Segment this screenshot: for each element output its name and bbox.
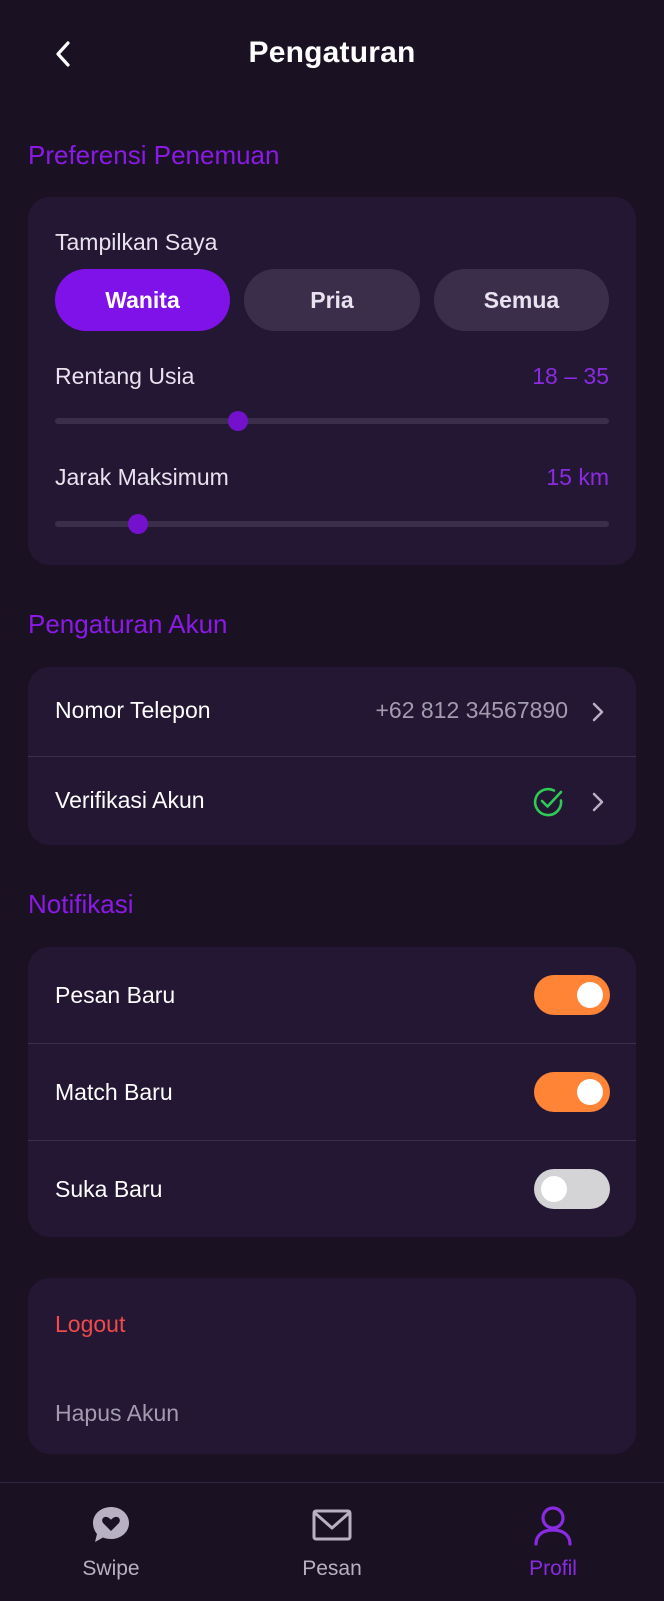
max-distance-value: 15 km: [546, 464, 609, 490]
notification-label: Suka Baru: [55, 1176, 163, 1202]
account-actions-card: Logout Hapus Akun: [28, 1278, 636, 1454]
gender-option-pria[interactable]: Pria: [244, 269, 420, 331]
section-title-discovery: Preferensi Penemuan: [28, 140, 280, 170]
phone-number-value: +62 812 34567890: [375, 697, 568, 723]
toggle-knob: [541, 1176, 567, 1202]
chevron-right-icon: [592, 702, 604, 722]
gender-option-semua[interactable]: Semua: [434, 269, 609, 331]
verify-account-row[interactable]: Verifikasi Akun: [28, 757, 636, 845]
header-bar: Pengaturan: [0, 0, 664, 110]
max-distance-label: Jarak Maksimum: [55, 464, 229, 490]
nav-item-profil[interactable]: Profil: [473, 1483, 633, 1601]
age-slider-thumb[interactable]: [227, 411, 248, 431]
notification-row-pesan-baru: Pesan Baru: [28, 947, 636, 1043]
nav-item-swipe[interactable]: Swipe: [31, 1483, 191, 1601]
notification-row-match-baru: Match Baru: [28, 1044, 636, 1140]
chat-heart-icon: [93, 1507, 129, 1542]
nav-label-profil: Profil: [529, 1557, 577, 1580]
section-title-account: Pengaturan Akun: [28, 609, 228, 639]
toggle-pesan-baru[interactable]: [534, 975, 610, 1015]
page-title: Pengaturan: [248, 36, 416, 69]
chevron-right-icon: [592, 792, 604, 812]
notifications-card: Pesan Baru Match Baru Suka Baru: [28, 947, 636, 1237]
logout-button[interactable]: Logout: [55, 1311, 125, 1338]
age-range-label: Rentang Usia: [55, 363, 195, 389]
toggle-knob: [577, 1079, 603, 1105]
notification-label: Pesan Baru: [55, 982, 176, 1008]
notification-label: Match Baru: [55, 1079, 173, 1105]
section-title-notifications: Notifikasi: [28, 889, 134, 919]
phone-number-row[interactable]: Nomor Telepon +62 812 34567890: [28, 667, 636, 756]
delete-account-button[interactable]: Hapus Akun: [55, 1400, 179, 1427]
toggle-suka-baru[interactable]: [534, 1169, 610, 1209]
envelope-icon: [312, 1509, 352, 1541]
verify-account-label: Verifikasi Akun: [55, 787, 205, 813]
notification-row-suka-baru: Suka Baru: [28, 1141, 636, 1237]
toggle-knob: [577, 982, 603, 1008]
age-range-slider[interactable]: [55, 418, 609, 424]
age-range-value: 18 – 35: [532, 363, 609, 389]
gender-option-wanita[interactable]: Wanita: [55, 269, 230, 331]
user-icon: [534, 1506, 572, 1546]
show-me-label: Tampilkan Saya: [55, 229, 218, 255]
nav-item-pesan[interactable]: Pesan: [252, 1483, 412, 1601]
toggle-match-baru[interactable]: [534, 1072, 610, 1112]
discovery-card: Tampilkan Saya Wanita Pria Semua Rentang…: [28, 197, 636, 565]
check-circle-icon: [533, 787, 563, 817]
nav-label-swipe: Swipe: [82, 1557, 140, 1580]
account-card: Nomor Telepon +62 812 34567890 Verifikas…: [28, 667, 636, 845]
bottom-navigation: Swipe Pesan Profil: [0, 1482, 664, 1601]
phone-number-label: Nomor Telepon: [55, 697, 211, 723]
distance-slider-thumb[interactable]: [128, 514, 149, 534]
nav-label-pesan: Pesan: [302, 1557, 362, 1580]
